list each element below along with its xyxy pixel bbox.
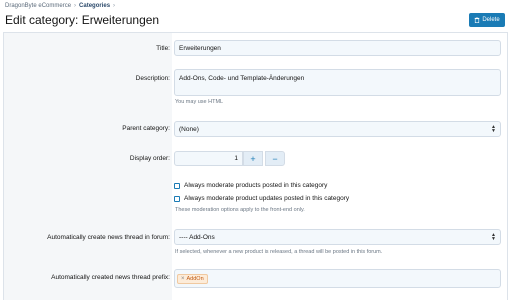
minus-icon: − bbox=[272, 153, 278, 164]
moderate-products-option[interactable]: Always moderate products posted in this … bbox=[174, 182, 327, 189]
description-textarea-value: Add-Ons, Code- und Template-Änderungen bbox=[179, 75, 305, 82]
delete-button[interactable]: Delete bbox=[469, 13, 505, 27]
news-thread-prefix-label: Automatically created news thread prefix… bbox=[51, 274, 170, 281]
news-thread-forum-select[interactable]: ---- Add-Ons ▲ ▼ bbox=[174, 229, 501, 245]
moderate-updates-option[interactable]: Always moderate product updates posted i… bbox=[174, 195, 349, 202]
news-thread-forum-value: ---- Add-Ons bbox=[179, 233, 215, 241]
delete-button-label: Delete bbox=[482, 17, 500, 23]
select-arrows-icon: ▲ ▼ bbox=[491, 124, 496, 134]
moderation-hint: These moderation options apply to the fr… bbox=[175, 207, 305, 213]
breadcrumb-item-categories[interactable]: Categories bbox=[79, 3, 110, 9]
trash-icon bbox=[474, 17, 480, 23]
display-order-label: Display order: bbox=[129, 155, 170, 162]
breadcrumb-item-ecommerce[interactable]: DragonByte eCommerce bbox=[5, 3, 71, 9]
select-arrows-icon: ▲ ▼ bbox=[491, 232, 496, 242]
display-order-value: 1 bbox=[234, 155, 238, 162]
prefix-tag-label: AddOn bbox=[186, 276, 204, 282]
news-thread-prefix-input[interactable] bbox=[174, 269, 501, 288]
chevron-right-icon: › bbox=[113, 3, 116, 9]
parent-category-label: Parent category: bbox=[122, 125, 170, 132]
title-label: Title: bbox=[156, 45, 170, 52]
description-label: Description: bbox=[135, 75, 170, 82]
page-title: Edit category: Erweiterungen bbox=[5, 13, 160, 27]
breadcrumb: DragonByte eCommerce › Categories › bbox=[5, 3, 115, 9]
parent-category-select[interactable]: (None) ▲ ▼ bbox=[174, 121, 501, 137]
chevron-right-icon: › bbox=[74, 3, 77, 9]
title-input[interactable]: Erweiterungen bbox=[174, 40, 501, 56]
news-thread-forum-label: Automatically create news thread in foru… bbox=[47, 234, 170, 241]
prefix-tag[interactable]: × AddOn bbox=[177, 274, 208, 284]
news-thread-forum-hint: If selected, whenever a new product is r… bbox=[175, 249, 383, 255]
moderate-products-label: Always moderate products posted in this … bbox=[184, 182, 328, 189]
plus-icon: + bbox=[250, 153, 256, 164]
description-hint: You may use HTML bbox=[175, 99, 224, 105]
increment-button[interactable]: + bbox=[243, 151, 263, 166]
description-textarea[interactable]: Add-Ons, Code- und Template-Änderungen bbox=[174, 69, 501, 96]
display-order-input[interactable]: 1 bbox=[174, 151, 243, 166]
moderate-updates-checkbox[interactable] bbox=[174, 195, 180, 202]
remove-tag-icon[interactable]: × bbox=[181, 276, 185, 282]
parent-category-value: (None) bbox=[179, 125, 199, 133]
label-column bbox=[4, 33, 172, 300]
decrement-button[interactable]: − bbox=[265, 151, 285, 166]
title-input-value: Erweiterungen bbox=[179, 44, 221, 52]
moderate-updates-label: Always moderate product updates posted i… bbox=[184, 195, 350, 202]
moderate-products-checkbox[interactable] bbox=[174, 182, 180, 189]
